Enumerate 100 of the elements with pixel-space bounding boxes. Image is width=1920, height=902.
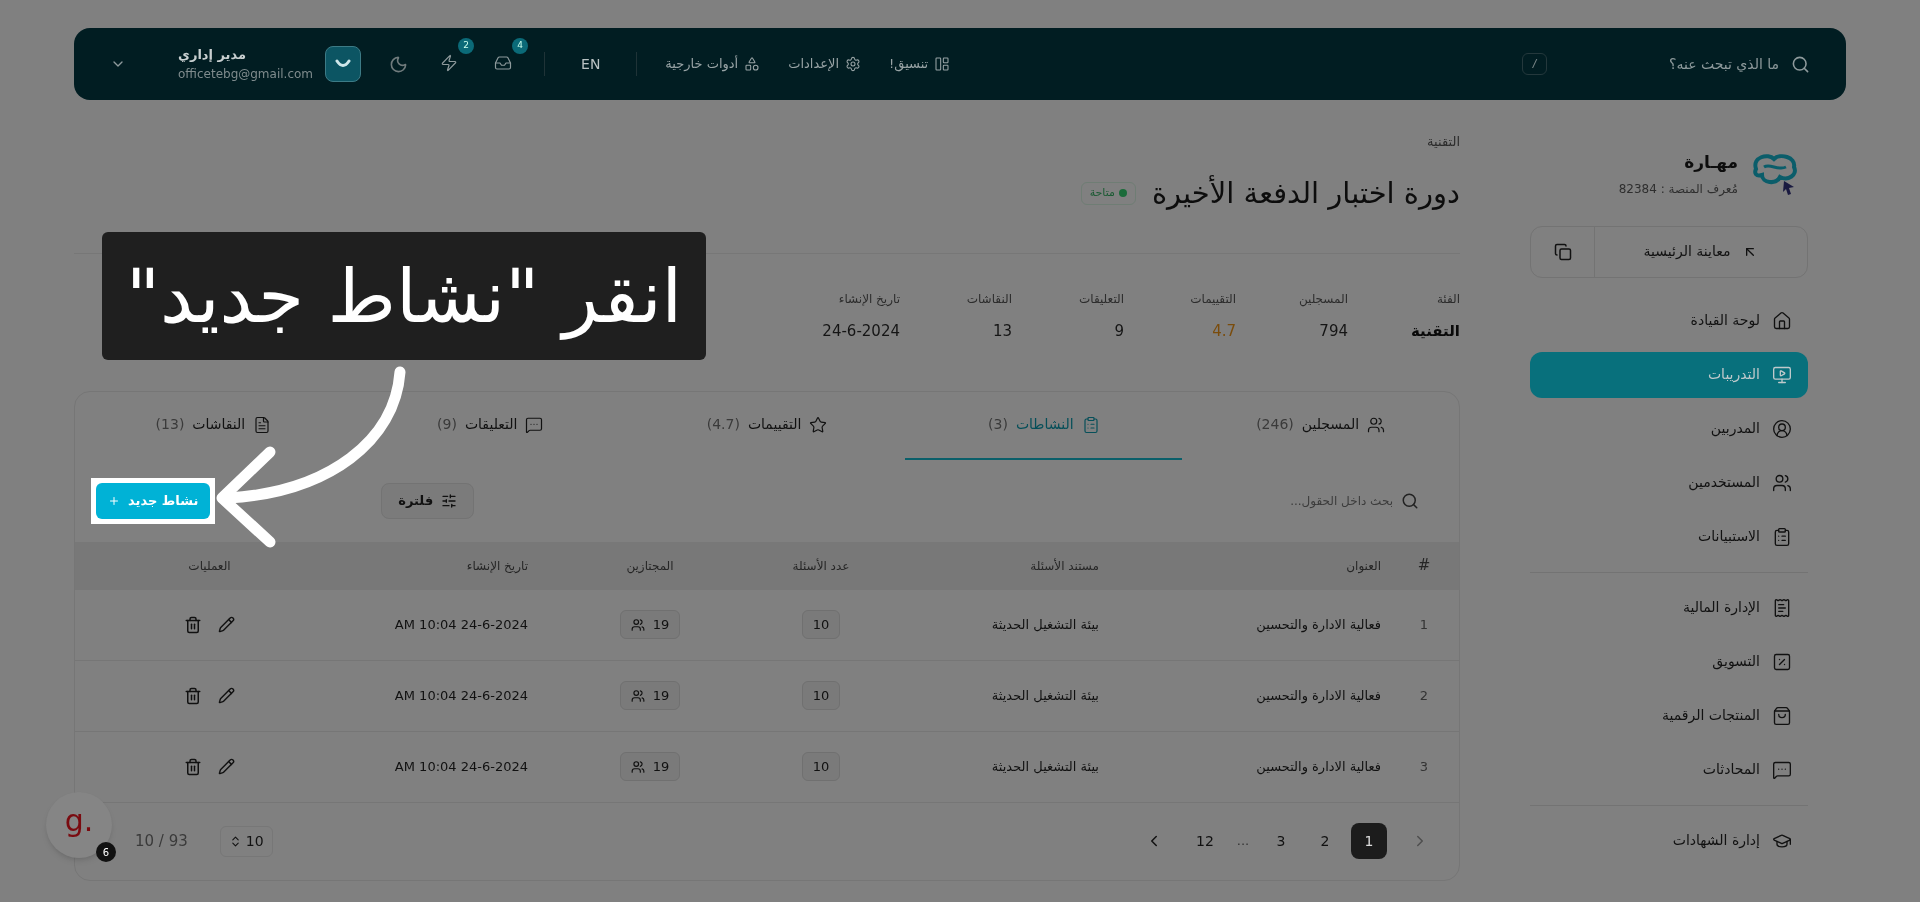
sidebar-item[interactable]: لوحة القيادة bbox=[1530, 297, 1808, 344]
edit-icon[interactable] bbox=[218, 616, 235, 633]
page-button[interactable]: 2 bbox=[1307, 823, 1343, 859]
sidebar-item[interactable]: إدارة الشهادات bbox=[1530, 817, 1808, 864]
page-button[interactable]: 3 bbox=[1263, 823, 1299, 859]
table-cell-text: فعالية الادارة والتحسين bbox=[1255, 686, 1382, 706]
edit-icon[interactable] bbox=[218, 687, 235, 704]
header-link[interactable]: أدوات خارجية bbox=[665, 54, 761, 74]
row-number: 2 bbox=[1418, 686, 1430, 705]
column-header: المجتازين bbox=[625, 557, 675, 575]
trash-icon[interactable] bbox=[184, 615, 202, 634]
column-header: # bbox=[1416, 555, 1432, 577]
users-icon bbox=[1772, 472, 1792, 493]
stat-label: المسجلين bbox=[1297, 291, 1348, 308]
chat-icon bbox=[1772, 759, 1792, 780]
clipboard-icon bbox=[1081, 415, 1100, 434]
search-icon bbox=[1791, 54, 1810, 74]
table-cell-text: بيئة التشغيل الحديثة bbox=[990, 757, 1099, 776]
search-field[interactable]: ما الذي تبحث عنه؟ bbox=[1669, 53, 1779, 75]
count-badge: 6 bbox=[96, 842, 116, 862]
column-header: عدد الأسئلة bbox=[791, 557, 851, 575]
stat-value: 24-6-2024 bbox=[821, 321, 900, 342]
copy-icon bbox=[1553, 242, 1572, 261]
column-header: مستند الأسئلة bbox=[1029, 557, 1099, 575]
sidebar-item[interactable]: الاستبيانات bbox=[1530, 513, 1808, 560]
row-number: 1 bbox=[1418, 615, 1430, 634]
sliders-icon bbox=[441, 492, 458, 509]
question-count: 10 bbox=[801, 680, 841, 711]
stat-value: التقنية bbox=[1409, 321, 1460, 342]
users-icon bbox=[630, 617, 645, 632]
passed-count: 19 bbox=[619, 751, 681, 782]
receipt-icon bbox=[1772, 597, 1792, 618]
shapes-icon bbox=[744, 56, 761, 72]
column-header: العمليات bbox=[187, 557, 232, 575]
document-icon bbox=[253, 415, 272, 434]
stat-label: الفئة bbox=[1435, 291, 1460, 308]
column-header: تاريخ الإنشاء bbox=[465, 557, 529, 575]
chat-icon bbox=[525, 415, 544, 434]
users-icon bbox=[630, 759, 645, 774]
page-button[interactable]: 1 bbox=[1351, 823, 1387, 859]
stat-value: 4.7 bbox=[1211, 321, 1236, 342]
table-cell-text: 24-6-2024 10:04 AM bbox=[393, 615, 529, 634]
header-link[interactable]: تنسيق! bbox=[889, 54, 951, 74]
shortcut-key: / bbox=[1522, 52, 1547, 76]
sidebar-item[interactable]: التدريبات bbox=[1530, 351, 1808, 398]
row-number: 3 bbox=[1418, 757, 1430, 776]
page-size-select[interactable]: 10 bbox=[219, 825, 273, 857]
edit-icon[interactable] bbox=[218, 758, 235, 775]
sidebar-item[interactable]: المستخدمين bbox=[1530, 459, 1808, 506]
stat-label: التعليقات bbox=[1077, 291, 1124, 308]
bag-icon bbox=[1772, 705, 1792, 726]
new-activity-button[interactable]: نشاط جديد bbox=[96, 482, 211, 519]
sidebar-item[interactable]: المدربين bbox=[1530, 405, 1808, 452]
question-count: 10 bbox=[801, 751, 841, 782]
tutorial-caption: انقر "نشاط جديد" bbox=[102, 232, 707, 360]
passed-count: 19 bbox=[619, 680, 681, 711]
breadcrumb: التقنية bbox=[1426, 133, 1460, 151]
trash-icon[interactable] bbox=[184, 686, 202, 705]
sidebar-item[interactable]: المنتجات الرقمية bbox=[1530, 692, 1808, 739]
sidebar-item[interactable]: التسويق bbox=[1530, 638, 1808, 685]
page-button[interactable]: 12 bbox=[1187, 823, 1223, 859]
column-header: العنوان bbox=[1345, 557, 1382, 575]
table-cell-text: 24-6-2024 10:04 AM bbox=[393, 686, 529, 705]
percent-icon bbox=[1772, 651, 1792, 672]
stat-value: 794 bbox=[1318, 321, 1348, 342]
search-field[interactable]: بحث داخل الحقول... bbox=[1290, 491, 1393, 510]
sidebar-item[interactable]: الإدارة المالية bbox=[1530, 584, 1808, 631]
moon-icon[interactable] bbox=[389, 54, 409, 74]
page-range: 10 / 93 bbox=[135, 830, 188, 852]
count-badge: 2 bbox=[458, 37, 475, 54]
users-icon bbox=[1367, 415, 1386, 434]
sidebar-item[interactable]: المحادثات bbox=[1530, 746, 1808, 793]
table-cell-text: 24-6-2024 10:04 AM bbox=[393, 757, 529, 776]
house-icon bbox=[1772, 310, 1792, 331]
stat-label: تاريخ الإنشاء bbox=[837, 291, 900, 308]
header-link[interactable]: الإعدادات bbox=[788, 54, 862, 74]
count-badge: 4 bbox=[512, 37, 529, 54]
stat-label: التقييمات bbox=[1189, 291, 1236, 308]
monitor-play-icon bbox=[1772, 364, 1792, 385]
status-badge: متاحة bbox=[1080, 182, 1136, 205]
ellipsis: ... bbox=[1235, 832, 1251, 851]
search-icon bbox=[1401, 491, 1419, 510]
star-icon bbox=[809, 415, 828, 434]
table-cell-text: فعالية الادارة والتحسين bbox=[1255, 615, 1382, 635]
language-toggle[interactable]: EN bbox=[573, 53, 609, 75]
clipboard-icon bbox=[1772, 526, 1792, 547]
stat-value: 9 bbox=[1113, 321, 1124, 342]
stat-label: النقاشات bbox=[965, 291, 1012, 308]
user-email: officetebg@gmail.com bbox=[178, 65, 314, 83]
user-circle-icon bbox=[1772, 418, 1792, 439]
trash-icon[interactable] bbox=[184, 757, 202, 776]
page-title: دورة اختبار الدفعة الأخيرة bbox=[1151, 174, 1460, 212]
lightning-icon bbox=[440, 53, 459, 72]
plus-icon bbox=[108, 494, 120, 507]
table-cell-text: بيئة التشغيل الحديثة bbox=[990, 615, 1099, 634]
platform-id: مُعرف المنصة : 82384 bbox=[1618, 180, 1738, 198]
users-icon bbox=[630, 688, 645, 703]
brand-name: مهـارة bbox=[1683, 151, 1738, 174]
user-name: مدير إداري bbox=[178, 46, 247, 65]
filter-button[interactable]: فلترة bbox=[381, 482, 475, 519]
